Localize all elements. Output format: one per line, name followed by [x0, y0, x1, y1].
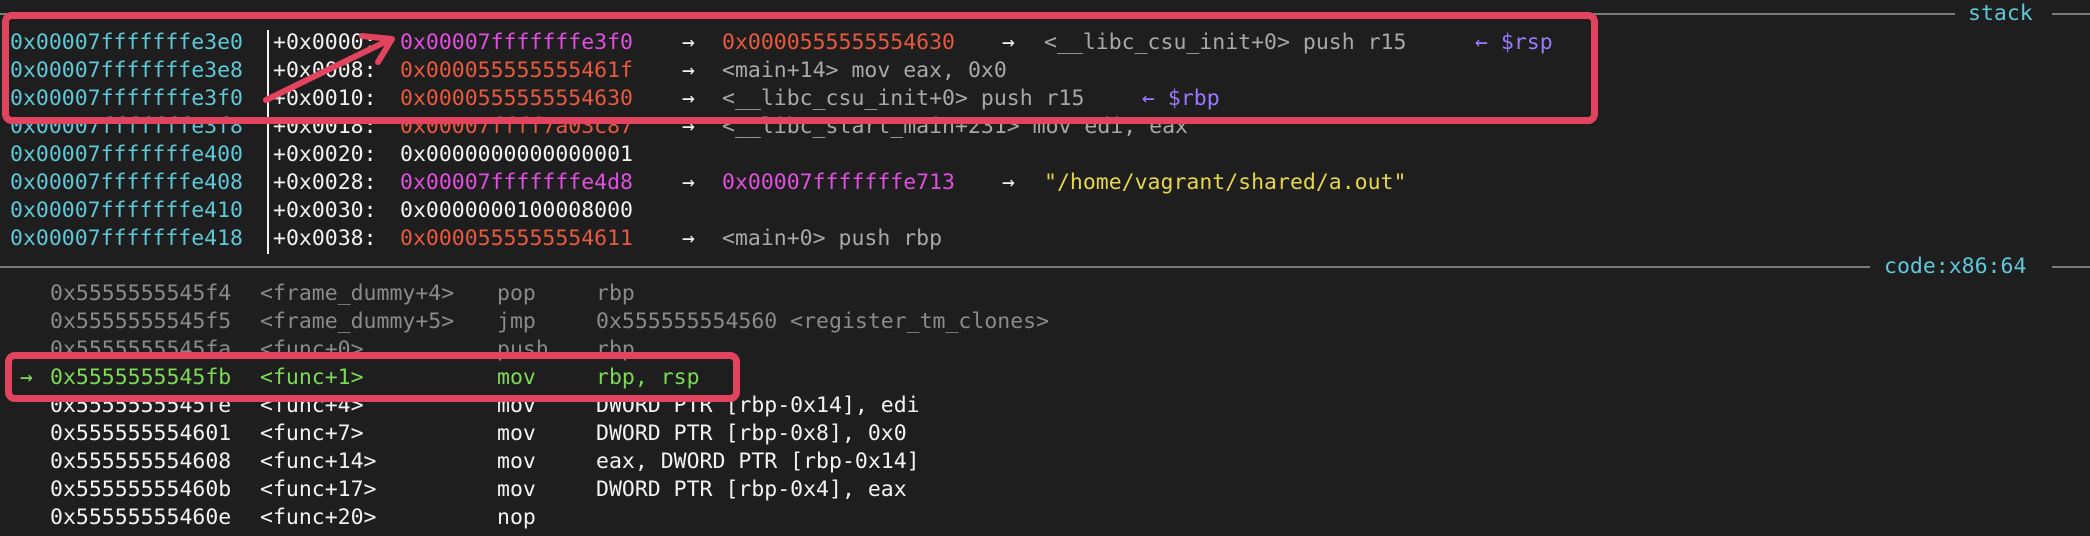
separator-line: [2052, 266, 2090, 268]
stack-offset: +0x0020:: [273, 142, 377, 167]
instruction-symbol: <frame_dummy+4>: [260, 281, 455, 306]
stack-value: 0x0000000100008000: [400, 198, 633, 223]
stack-highlight-box: [2, 12, 1598, 124]
separator-line: [2052, 13, 2090, 15]
stack-description: "/home/vagrant/shared/a.out": [1044, 170, 1407, 195]
deref-arrow: →: [682, 226, 695, 251]
instruction-address: 0x55555555460e: [50, 505, 232, 530]
instruction-symbol: <func+20>: [260, 505, 377, 530]
instruction-operands: DWORD PTR [rbp-0x4], eax: [596, 477, 907, 502]
instruction-symbol: <frame_dummy+5>: [260, 309, 455, 334]
instruction-symbol: <func+17>: [260, 477, 377, 502]
deref-arrow: →: [682, 170, 695, 195]
stack-description: <main+0> push rbp: [722, 226, 943, 251]
code-separator: code:x86:64: [0, 253, 2090, 281]
current-instruction-highlight-box: [5, 352, 740, 402]
instruction-mnemonic: nop: [497, 505, 536, 530]
stack-address: 0x00007fffffffe408: [10, 170, 243, 195]
instruction-symbol: <func+14>: [260, 449, 377, 474]
instruction-operands: rbp: [596, 281, 635, 306]
instruction-address: 0x555555554608: [50, 449, 232, 474]
instruction-operands: 0x555555554560 <register_tm_clones>: [596, 309, 1050, 334]
instruction-address: 0x5555555545f4: [50, 281, 232, 306]
instruction-symbol: <func+7>: [260, 421, 364, 446]
stack-address: 0x00007fffffffe410: [10, 198, 243, 223]
stack-offset: +0x0030:: [273, 198, 377, 223]
instruction-mnemonic: mov: [497, 477, 536, 502]
stack-deref-value: 0x00007fffffffe713: [722, 170, 955, 195]
instruction-address: 0x5555555545f5: [50, 309, 232, 334]
instruction-operands: DWORD PTR [rbp-0x8], 0x0: [596, 421, 907, 446]
instruction-operands: eax, DWORD PTR [rbp-0x14]: [596, 449, 920, 474]
separator-line: [0, 266, 1870, 268]
deref-arrow: →: [1002, 170, 1015, 195]
stack-offset: +0x0038:: [273, 226, 377, 251]
instruction-mnemonic: pop: [497, 281, 536, 306]
stack-value: 0x0000555555554611: [400, 226, 633, 251]
stack-address: 0x00007fffffffe418: [10, 226, 243, 251]
instruction-mnemonic: mov: [497, 449, 536, 474]
stack-title: stack: [1968, 1, 2033, 26]
instruction-mnemonic: jmp: [497, 309, 536, 334]
code-title: code:x86:64: [1884, 254, 2027, 279]
instruction-address: 0x555555554601: [50, 421, 232, 446]
stack-offset: +0x0028:: [273, 170, 377, 195]
instruction-mnemonic: mov: [497, 421, 536, 446]
instruction-address: 0x55555555460b: [50, 477, 232, 502]
stack-address: 0x00007fffffffe400: [10, 142, 243, 167]
stack-value: 0x00007fffffffe4d8: [400, 170, 633, 195]
stack-value: 0x0000000000000001: [400, 142, 633, 167]
